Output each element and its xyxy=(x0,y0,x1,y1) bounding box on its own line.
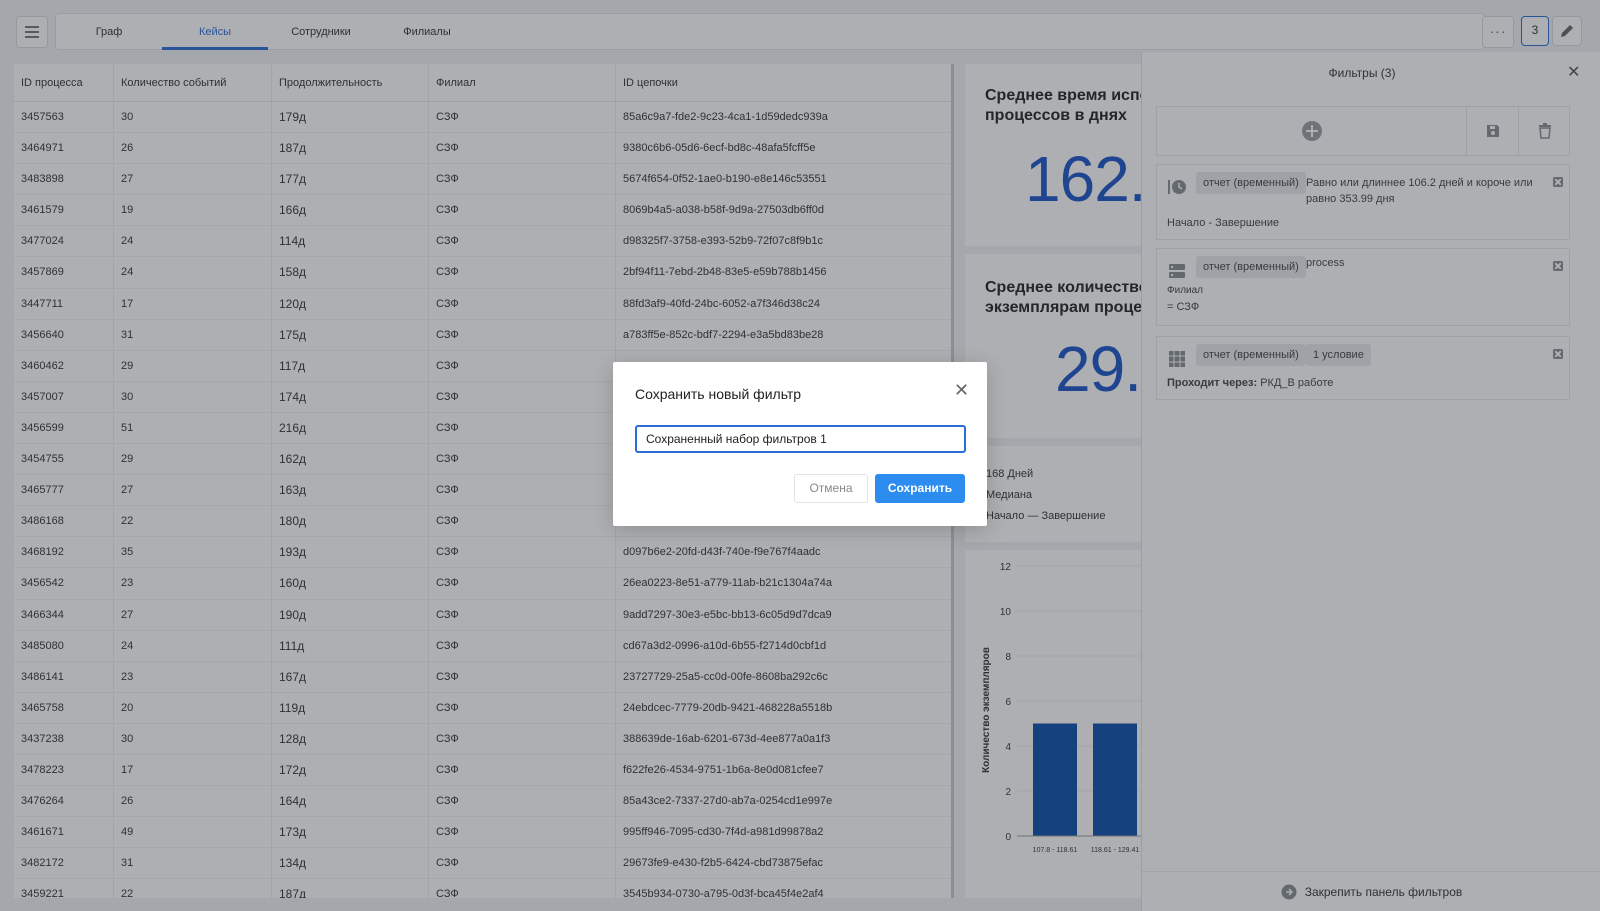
cancel-button[interactable]: Отмена xyxy=(794,474,868,503)
filter-name-input[interactable] xyxy=(635,425,966,453)
save-filter-dialog: Сохранить новый фильтр ✕ Отмена Сохранит… xyxy=(613,362,987,526)
save-button[interactable]: Сохранить xyxy=(875,474,965,503)
close-icon[interactable]: ✕ xyxy=(954,380,969,401)
dialog-title: Сохранить новый фильтр xyxy=(635,386,802,402)
